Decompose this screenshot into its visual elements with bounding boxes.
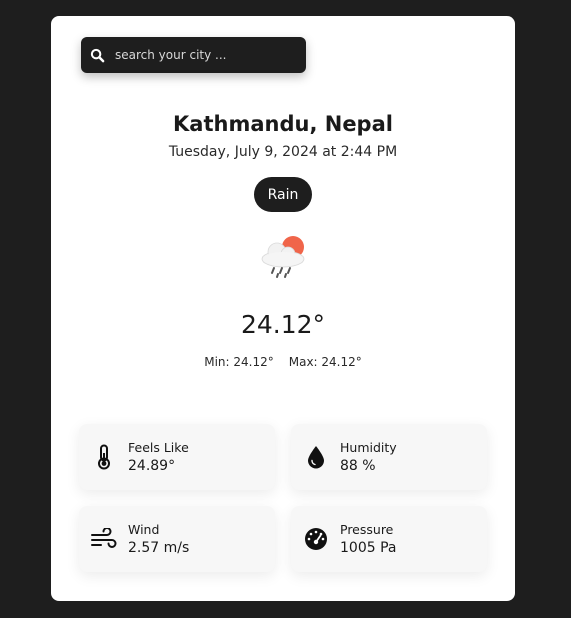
feels-like-label: Feels Like [128, 440, 189, 455]
max-temperature: Max: 24.12° [288, 355, 362, 369]
min-temperature: Min: 24.12° [204, 355, 274, 369]
search-input[interactable] [115, 37, 306, 73]
search-icon[interactable] [89, 47, 105, 63]
feels-like-value: 24.89° [128, 458, 176, 474]
wind-icon [91, 526, 117, 552]
search-bar[interactable] [81, 37, 306, 73]
pressure-card: Pressure 1005 Pa [291, 506, 487, 572]
weather-card: Kathmandu, Nepal Tuesday, July 9, 2024 a… [51, 16, 515, 601]
wind-value: 2.57 m/s [128, 540, 190, 556]
min-max-temperature: Min: 24.12° Max: 24.12° [51, 355, 515, 369]
pressure-value: 1005 Pa [340, 540, 397, 556]
wind-card: Wind 2.57 m/s [79, 506, 275, 572]
city-name: Kathmandu, Nepal [173, 112, 393, 136]
humidity-label: Humidity [340, 440, 397, 455]
thermometer-icon [91, 444, 117, 470]
feels-like-card: Feels Like 24.89° [79, 424, 275, 490]
gauge-icon [303, 526, 329, 552]
cloud-rain-sun-icon [255, 230, 311, 282]
pressure-label: Pressure [340, 522, 394, 537]
water-drop-icon [303, 444, 329, 470]
date-time: Tuesday, July 9, 2024 at 2:44 PM [168, 144, 398, 160]
humidity-value: 88 % [340, 458, 376, 474]
current-temperature: 24.12° [240, 310, 326, 339]
humidity-card: Humidity 88 % [291, 424, 487, 490]
wind-label: Wind [128, 522, 160, 537]
condition-badge: Rain [253, 177, 313, 212]
